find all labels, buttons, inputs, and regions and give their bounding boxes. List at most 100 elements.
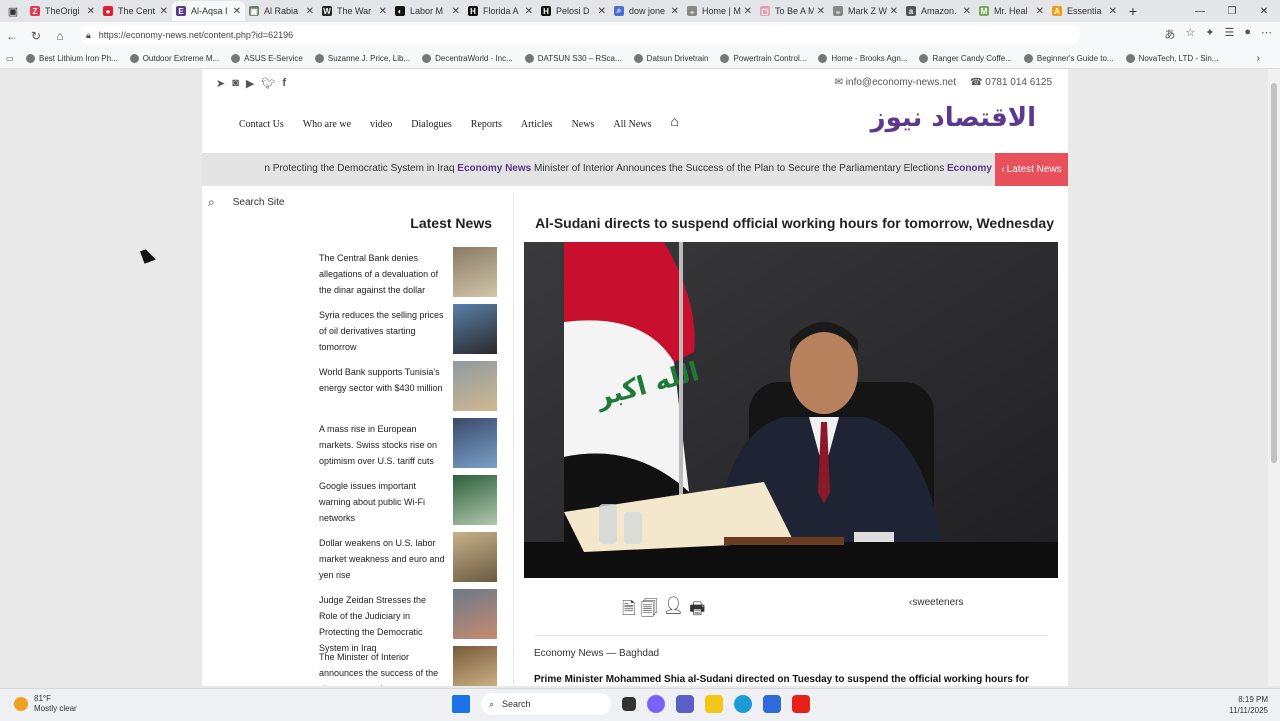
- weather-widget[interactable]: 81°F Mostly clear: [14, 694, 77, 714]
- browser-tab[interactable]: A Essentia ✕: [1048, 1, 1121, 21]
- tab-actions-icon[interactable]: ▣: [0, 0, 26, 22]
- latest-news-title[interactable]: The Minister of Interior announces the s…: [319, 649, 447, 686]
- collections-icon[interactable]: ☰: [1224, 26, 1234, 42]
- document-lines-icon[interactable]: 🗐︎: [641, 596, 658, 625]
- search-icon[interactable]: ⌕: [208, 195, 215, 210]
- latest-news-thumbnail[interactable]: [453, 532, 497, 582]
- latest-news-title[interactable]: Syria reduces the selling prices of oil …: [319, 307, 447, 355]
- telegram-icon[interactable]: ➤: [216, 77, 225, 90]
- close-tab-icon[interactable]: ✕: [1109, 6, 1117, 17]
- browser-tab[interactable]: ⌕ dow jone ✕: [610, 1, 683, 21]
- windows-start-icon[interactable]: [452, 695, 470, 713]
- browser-tab[interactable]: H Florida A ✕: [464, 1, 537, 21]
- menu-item[interactable]: News: [572, 119, 595, 131]
- latest-news-item[interactable]: The Central Bank denies allegations of a…: [319, 247, 499, 304]
- system-clock[interactable]: 8:19 PM 11/11/2025: [1229, 694, 1268, 716]
- site-search[interactable]: ⌕ Search Site: [208, 195, 284, 210]
- latest-news-thumbnail[interactable]: [453, 304, 497, 354]
- menu-item[interactable]: All News: [613, 119, 651, 131]
- browser-tab[interactable]: ◐ Labor M ✕: [391, 1, 464, 21]
- latest-news-title[interactable]: The Central Bank denies allegations of a…: [319, 250, 447, 298]
- browser-tab[interactable]: E Al-Aqsa I ✕: [172, 1, 245, 21]
- phone-link[interactable]: ☎ 0781 014 6125: [970, 77, 1052, 88]
- close-tab-icon[interactable]: ✕: [160, 6, 168, 17]
- home-icon[interactable]: ⌂: [48, 29, 72, 43]
- home-icon[interactable]: ⌂: [670, 115, 678, 131]
- bookmark-item[interactable]: Outdoor Extreme M...: [129, 54, 219, 63]
- taskbar-search[interactable]: ⌕ Search: [481, 693, 611, 715]
- latest-news-thumbnail[interactable]: [453, 475, 497, 525]
- menu-item[interactable]: Articles: [521, 119, 553, 131]
- browser-tab[interactable]: ▣ Al Rabia ✕: [245, 1, 318, 21]
- latest-news-item[interactable]: Dollar weakens on U.S. labor market weak…: [319, 532, 499, 589]
- teams-icon[interactable]: [676, 695, 694, 713]
- back-icon[interactable]: ←: [0, 29, 24, 43]
- menu-item[interactable]: Reports: [471, 119, 502, 131]
- latest-news-thumbnail[interactable]: [453, 418, 497, 468]
- close-tab-icon[interactable]: ✕: [1036, 6, 1044, 17]
- browser-tab[interactable]: ◒ Mark Z W ✕: [829, 1, 902, 21]
- bookmark-item[interactable]: Powertrain Control...: [720, 54, 806, 63]
- close-tab-icon[interactable]: ✕: [890, 6, 898, 17]
- browser-tab[interactable]: ▢ To Be A M ✕: [756, 1, 829, 21]
- author-icon[interactable]: 👤︎: [663, 596, 685, 625]
- bookmark-item[interactable]: Beginner's Guide to...: [1023, 54, 1114, 63]
- bookmark-item[interactable]: NovaTech, LTD - Sin...: [1125, 54, 1218, 63]
- close-tab-icon[interactable]: ✕: [306, 6, 314, 17]
- edge-icon[interactable]: [734, 695, 752, 713]
- bookmark-item[interactable]: Home - Brooks Agn...: [818, 54, 907, 63]
- bookmark-item[interactable]: Suzanne J. Price, Lib...: [314, 54, 410, 63]
- tag-link[interactable]: ‹sweeteners: [909, 597, 963, 608]
- close-tab-icon[interactable]: ✕: [379, 6, 387, 17]
- browser-tab[interactable]: H Pelosi D ✕: [537, 1, 610, 21]
- favorite-icon[interactable]: ☆: [1185, 26, 1195, 42]
- youtube-icon[interactable]: ▶: [246, 77, 254, 90]
- bookmark-item[interactable]: ASUS E-Service: [231, 54, 303, 63]
- close-tab-icon[interactable]: ✕: [598, 6, 606, 17]
- latest-news-thumbnail[interactable]: [453, 361, 497, 411]
- lock-icon[interactable]: 🔒︎: [86, 30, 91, 41]
- close-tab-icon[interactable]: ✕: [525, 6, 533, 17]
- menu-icon[interactable]: ⋯: [1261, 26, 1272, 42]
- latest-news-item[interactable]: A mass rise in European markets. Swiss s…: [319, 418, 499, 475]
- latest-news-item[interactable]: Judge Zeidan Stresses the Role of the Ju…: [319, 589, 499, 653]
- menu-item[interactable]: Who are we: [303, 119, 351, 131]
- latest-news-title[interactable]: World Bank supports Tunisia's energy sec…: [319, 364, 447, 396]
- latest-news-thumbnail[interactable]: [453, 646, 497, 686]
- task-view-icon[interactable]: [622, 697, 636, 711]
- browser-tab[interactable]: Z TheOrigi ✕: [26, 1, 99, 21]
- browser-tab[interactable]: M Mr. Heal ✕: [975, 1, 1048, 21]
- file-explorer-icon[interactable]: [705, 695, 723, 713]
- instagram-icon[interactable]: ◙: [232, 77, 239, 90]
- latest-news-thumbnail[interactable]: [453, 247, 497, 297]
- reload-icon[interactable]: ↻: [24, 29, 48, 43]
- close-tab-icon[interactable]: ✕: [671, 6, 679, 17]
- close-tab-icon[interactable]: ✕: [233, 6, 241, 17]
- bookmark-item[interactable]: Best Lithium Iron Ph...: [26, 54, 118, 63]
- document-icon[interactable]: 🗎︎: [622, 596, 636, 625]
- latest-news-tag[interactable]: ‹ Latest News: [995, 153, 1068, 186]
- maximize-icon[interactable]: ❐: [1216, 0, 1248, 22]
- menu-item[interactable]: video: [370, 119, 392, 131]
- latest-news-item[interactable]: World Bank supports Tunisia's energy sec…: [319, 361, 499, 418]
- close-tab-icon[interactable]: ✕: [87, 6, 95, 17]
- email-link[interactable]: ✉ info@economy-news.net: [835, 77, 956, 88]
- vertical-scrollbar[interactable]: [1268, 69, 1280, 686]
- copilot-icon[interactable]: [647, 695, 665, 713]
- browser-tab[interactable]: a Amazon. ✕: [902, 1, 975, 21]
- menu-item[interactable]: Contact Us: [239, 119, 284, 131]
- store-icon[interactable]: [763, 695, 781, 713]
- latest-news-item[interactable]: Google issues important warning about pu…: [319, 475, 499, 532]
- site-logo[interactable]: الاقتصاد نيوز: [871, 103, 1037, 133]
- new-tab-button[interactable]: +: [1121, 3, 1145, 19]
- bookmark-item[interactable]: Datsun Drivetrain: [633, 54, 708, 63]
- latest-news-title[interactable]: Dollar weakens on U.S. labor market weak…: [319, 535, 447, 583]
- bookmark-item[interactable]: DecentraWorld - Inc...: [422, 54, 513, 63]
- menu-item[interactable]: Dialogues: [411, 119, 452, 131]
- latest-news-title[interactable]: Google issues important warning about pu…: [319, 478, 447, 526]
- browser-tab[interactable]: ◒ Home | M ✕: [683, 1, 756, 21]
- latest-news-thumbnail[interactable]: [453, 589, 497, 639]
- translate-icon[interactable]: あ: [1164, 26, 1175, 42]
- twitter-icon[interactable]: 🐦︎: [261, 77, 275, 90]
- bookmarks-menu-icon[interactable]: ▭: [6, 54, 18, 63]
